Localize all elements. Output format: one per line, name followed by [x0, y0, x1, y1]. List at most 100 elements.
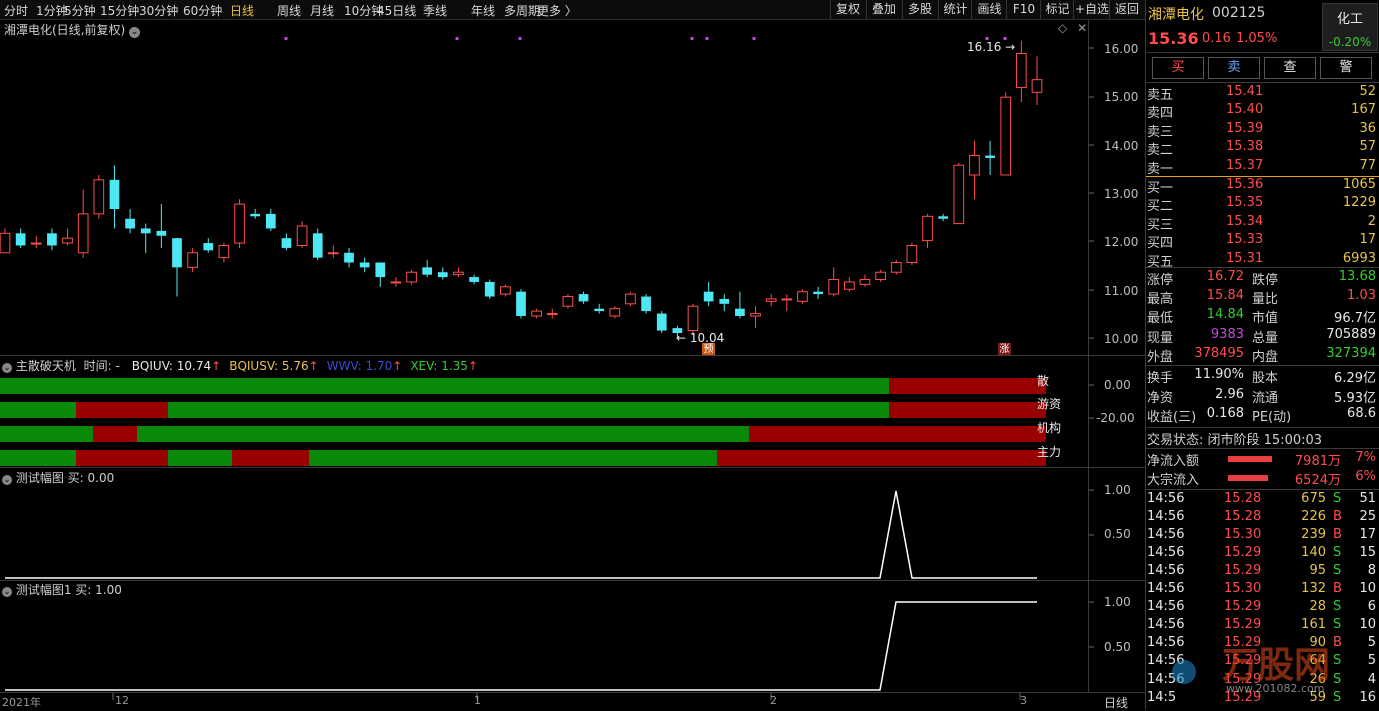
candle-body-up	[625, 293, 636, 305]
divider	[1146, 52, 1379, 53]
candle-body-up	[969, 155, 980, 176]
sector-box[interactable]: 化工 -0.20%	[1322, 3, 1378, 51]
tick-time: 14:56	[1147, 527, 1185, 543]
candle-body-up	[609, 308, 621, 317]
candle-body-down	[265, 213, 276, 229]
tick-volume: 226	[1301, 509, 1326, 525]
bid-volume: 2	[1367, 213, 1376, 229]
tick-side: S	[1333, 545, 1342, 561]
candle-body-up	[687, 305, 699, 332]
indicator-tick: 0.00	[1104, 378, 1131, 392]
stat-label: 流通	[1252, 390, 1279, 406]
tick-side: S	[1333, 617, 1342, 633]
price-tick: 13.00	[1104, 187, 1139, 201]
price-tick: 14.00	[1104, 139, 1139, 153]
chevron-down-icon[interactable]: ⌄	[2, 587, 12, 597]
candle-body-up	[922, 215, 933, 242]
xaxis-label-jan: 1	[474, 694, 481, 707]
indicator-value-wwv: WWV: 1.70	[326, 359, 393, 373]
tick-price: 15.29	[1224, 617, 1262, 633]
price-tick: 15.00	[1104, 90, 1139, 104]
close-icon[interactable]: ✕	[1077, 21, 1087, 35]
chevron-down-icon[interactable]: ⌄	[2, 475, 12, 485]
ask-volume: 52	[1359, 84, 1376, 99]
alert-button[interactable]: 警	[1320, 57, 1372, 79]
stat-value: 96.7亿	[1334, 311, 1376, 327]
tick-side: B	[1333, 581, 1342, 597]
quote-panel: 湘潭电化 002125 化工 -0.20% 15.36 0.16 1.05% 买…	[1146, 0, 1379, 710]
chevron-down-icon[interactable]: ⌄	[2, 363, 12, 373]
bid-volume: 1229	[1342, 195, 1376, 211]
strength-band-segment	[76, 402, 168, 418]
query-button[interactable]: 查	[1264, 57, 1316, 79]
flow-label: 大宗流入	[1147, 473, 1200, 488]
settings-diamond-icon[interactable]: ◇	[1058, 21, 1067, 35]
flow-pct: 7%	[1355, 450, 1376, 465]
tick-side: S	[1333, 491, 1342, 506]
buy-button[interactable]: 买	[1152, 57, 1204, 79]
bid-price: 15.34	[1226, 213, 1264, 229]
tick-volume: 132	[1301, 581, 1326, 597]
candle-body-up	[93, 179, 105, 215]
globe-icon	[1172, 660, 1196, 684]
ask-level-label: 卖二	[1147, 143, 1174, 159]
candle-body-up	[875, 271, 886, 281]
candle-body-up	[859, 279, 871, 285]
sub-panel-2-title: ⌄ 测试幅图1 买: 1.00	[2, 581, 122, 598]
bid-price: 15.35	[1226, 195, 1264, 211]
sell-button[interactable]: 卖	[1208, 57, 1260, 79]
stat-value: 16.72	[1206, 269, 1244, 284]
stat-label: 市值	[1252, 311, 1279, 327]
sub1-tick: 0.50	[1104, 527, 1131, 541]
candle-body-up	[390, 281, 402, 284]
ask-price: 15.39	[1226, 120, 1264, 136]
candle-body-down	[484, 281, 495, 297]
xaxis-label-mar: 3	[1020, 694, 1027, 707]
strength-band-segment	[168, 402, 889, 418]
watermark-url: www.201082.com	[1226, 682, 1325, 695]
tick-time: 14:56	[1147, 581, 1185, 597]
stock-code: 002125	[1212, 5, 1266, 21]
chart-title-text: 湘潭电化(日线,前复权)	[4, 23, 126, 37]
ask-price: 15.40	[1226, 102, 1264, 118]
candle-body-down	[516, 291, 526, 316]
ask-volume: 167	[1351, 102, 1376, 118]
strength-row-label: 主力	[1037, 445, 1062, 459]
xaxis-label-feb: 2	[770, 694, 777, 707]
tick-count: 25	[1359, 509, 1376, 525]
candle-body-up	[1016, 52, 1027, 88]
stat-value: 0.168	[1206, 406, 1244, 421]
stat-value: 378495	[1194, 345, 1244, 361]
bid-price: 15.33	[1226, 232, 1264, 248]
candle-body-up	[296, 225, 308, 246]
xaxis-label-year: 2021年	[2, 696, 41, 709]
candle-body-down	[594, 308, 605, 312]
trade-status: 交易状态: 闭市阶段 15:00:03	[1147, 433, 1323, 448]
strength-band-segment	[889, 378, 1046, 394]
stat-value: 9383	[1210, 326, 1244, 342]
indicator-time: 时间: -	[83, 359, 120, 373]
stat-label: PE(动)	[1252, 410, 1292, 425]
flow-label: 净流入额	[1147, 454, 1200, 469]
tick-volume: 28	[1309, 599, 1326, 615]
signal-dot	[752, 37, 756, 40]
ask-price: 15.38	[1226, 139, 1264, 155]
period-indicator[interactable]: 日线	[1104, 694, 1128, 711]
candle-body-down	[469, 277, 479, 282]
chevron-down-icon[interactable]: ⌄	[129, 27, 141, 38]
candle-body-up	[218, 244, 230, 259]
candle-body-up	[781, 298, 793, 301]
stat-label: 量比	[1252, 292, 1279, 308]
tick-count: 10	[1359, 617, 1376, 633]
bid-level-label: 买四	[1147, 236, 1174, 252]
stat-value: 705889	[1326, 326, 1376, 342]
ask-level-label: 卖一	[1147, 161, 1174, 177]
tick-time: 14:56	[1147, 491, 1185, 506]
ask-volume: 77	[1359, 157, 1376, 173]
tick-count: 51	[1359, 491, 1376, 506]
strength-band-segment	[889, 402, 1046, 418]
tick-price: 15.30	[1224, 527, 1262, 543]
candle-body-down	[140, 228, 151, 234]
flow-bar	[1228, 475, 1268, 481]
sub2-signal-line	[5, 601, 1037, 691]
